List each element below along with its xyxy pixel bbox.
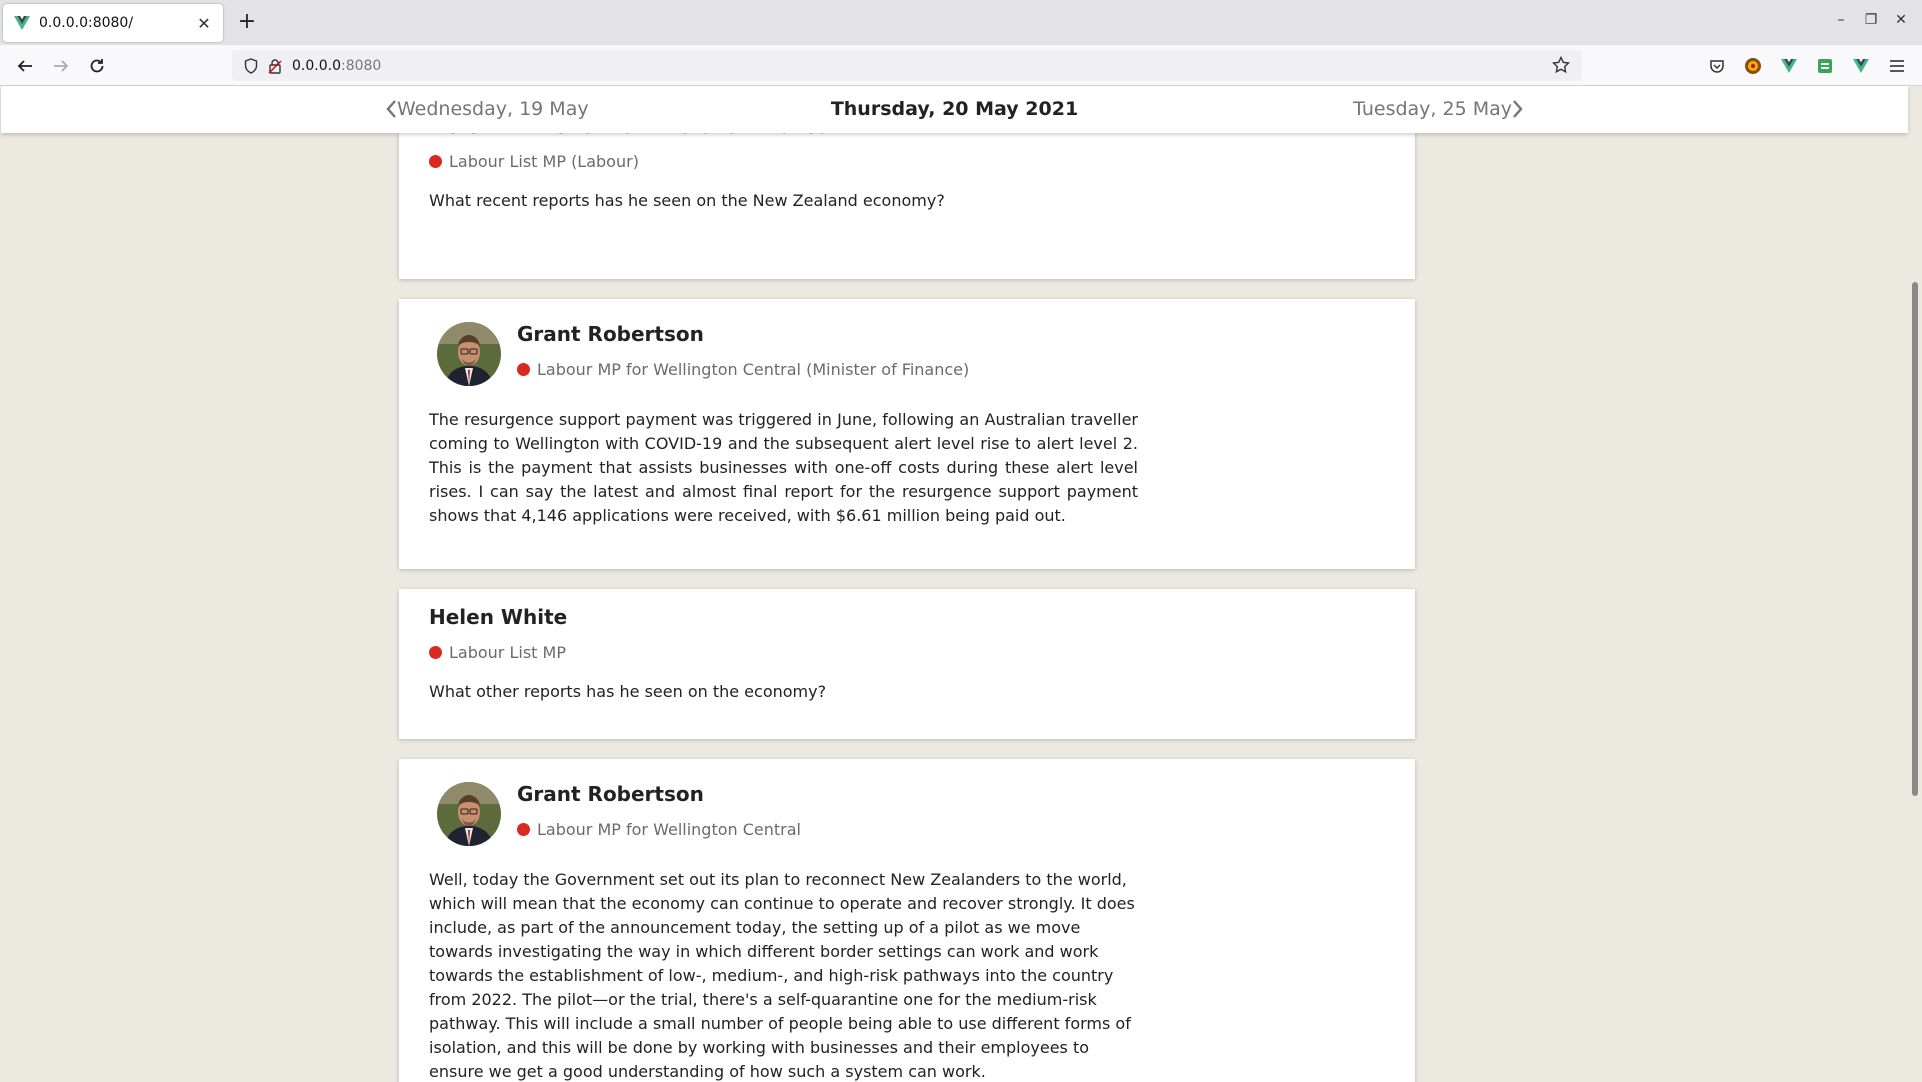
previous-day-link[interactable]: Wednesday, 19 May (385, 98, 589, 120)
browser-tab-bar: 0.0.0.0:8080/ ✕ + – ❐ ✕ (0, 0, 1922, 45)
previous-day-label: Wednesday, 19 May (397, 98, 589, 120)
shield-icon[interactable] (244, 57, 258, 74)
back-button[interactable] (12, 53, 38, 79)
role-text: Labour MP for Wellington Central (Minist… (537, 360, 970, 379)
hansard-content: Helen White to the Minister of Finance L… (0, 86, 1908, 1082)
forward-button[interactable] (48, 53, 74, 79)
extension-badge-icon[interactable] (1742, 55, 1764, 77)
new-tab-button[interactable]: + (234, 10, 260, 36)
current-date-wrap: Thursday, 20 May 2021 (1, 98, 1908, 120)
speech-text: What recent reports has he seen on the N… (429, 191, 945, 210)
speaker-avatar[interactable] (437, 782, 501, 846)
speaker-name[interactable]: Helen White (429, 605, 567, 629)
party-color-dot (517, 823, 530, 836)
restore-icon[interactable]: ❐ (1861, 12, 1881, 28)
chevron-left-icon (386, 100, 396, 118)
answer-card: Grant Robertson Labour MP for Wellington… (399, 299, 1415, 569)
speaker-role: Labour List MP (429, 643, 1385, 662)
window-close-icon[interactable]: ✕ (1891, 12, 1911, 28)
speech-text: The resurgence support payment was trigg… (429, 410, 1138, 525)
speaker-role: Labour List MP (Labour) (429, 152, 1385, 171)
reload-icon (90, 59, 104, 73)
scrollbar-thumb[interactable] (1912, 282, 1918, 796)
speech-text: Well, today the Government set out its p… (429, 870, 1135, 1081)
reload-button[interactable] (84, 53, 110, 79)
chevron-right-icon (1513, 100, 1523, 118)
speaker-role: Labour MP for Wellington Central (Minist… (517, 360, 1385, 379)
role-text: Labour List MP (Labour) (449, 152, 639, 171)
url-host: 0.0.0.0 (292, 57, 341, 74)
speaker-heading: Helen White (429, 605, 1385, 629)
browser-nav-bar: 0.0.0.0:8080 (0, 45, 1922, 86)
browser-tab[interactable]: 0.0.0.0:8080/ ✕ (3, 4, 223, 42)
address-bar[interactable]: 0.0.0.0:8080 (232, 50, 1582, 81)
vue-extension-icon[interactable] (1850, 55, 1872, 77)
page-scrollbar[interactable] (1908, 86, 1922, 1082)
tab-close-icon[interactable]: ✕ (195, 14, 213, 33)
date-navigation: Wednesday, 19 May Thursday, 20 May 2021 … (1, 86, 1908, 133)
next-day-link[interactable]: Tuesday, 25 May (1353, 98, 1524, 120)
role-text: Labour List MP (449, 643, 566, 662)
speaker-avatar[interactable] (437, 322, 501, 386)
speaker-name[interactable]: Grant Robertson (517, 782, 704, 806)
tab-title: 0.0.0.0:8080/ (39, 15, 134, 31)
speaker-name[interactable]: Grant Robertson (517, 322, 704, 346)
next-day-label: Tuesday, 25 May (1353, 98, 1512, 120)
party-color-dot (517, 363, 530, 376)
party-color-dot (429, 646, 442, 659)
lock-icon[interactable] (268, 58, 282, 74)
bookmark-star-icon[interactable] (1551, 55, 1571, 78)
answer-card: Grant Robertson Labour MP for Wellington… (399, 759, 1415, 1082)
back-arrow-icon (17, 60, 32, 72)
party-color-dot (429, 155, 442, 168)
cors-extension-icon[interactable] (1814, 55, 1836, 77)
role-text: Labour MP for Wellington Central (537, 820, 801, 839)
question-card: Helen White Labour List MP What other re… (399, 589, 1415, 739)
vue-devtools-icon[interactable] (1778, 55, 1800, 77)
speaker-heading: Grant Robertson (517, 322, 1385, 346)
speech-text: What other reports has he seen on the ec… (429, 682, 827, 701)
menu-hamburger-icon[interactable] (1886, 55, 1908, 77)
vue-favicon-icon (13, 14, 31, 32)
speaker-role: Labour MP for Wellington Central (517, 820, 1385, 839)
speaker-heading: Grant Robertson (517, 782, 1385, 806)
current-date: Thursday, 20 May 2021 (830, 98, 1079, 120)
forward-arrow-icon (54, 60, 69, 72)
url-port: :8080 (340, 57, 382, 74)
pocket-icon[interactable] (1706, 55, 1728, 77)
minimize-icon[interactable]: – (1831, 12, 1851, 28)
